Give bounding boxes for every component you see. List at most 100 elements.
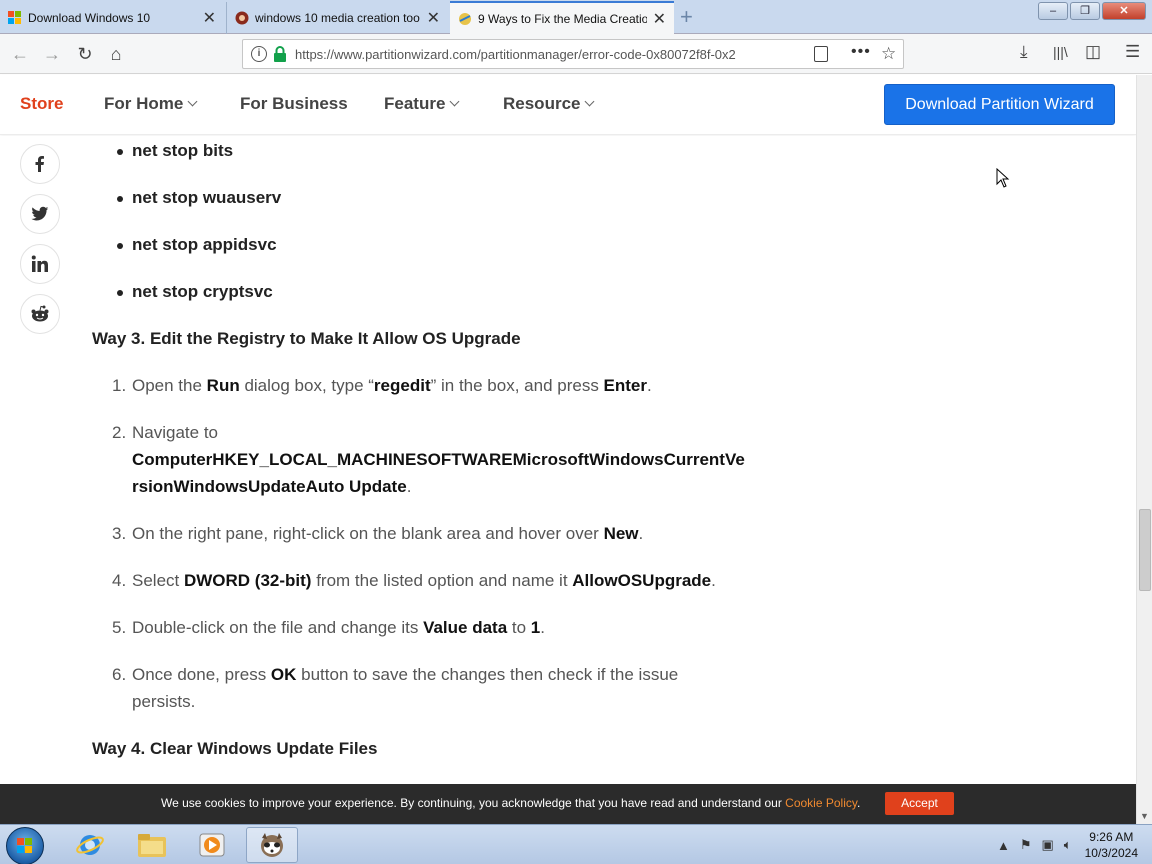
home-icon[interactable]: ⌂	[104, 42, 128, 66]
partition-wizard-taskbar-button[interactable]	[246, 827, 298, 863]
command-list-item: net stop cryptsvc	[117, 282, 273, 301]
clock[interactable]: 9:26 AM 10/3/2024	[1085, 829, 1138, 861]
close-tab-icon[interactable]: ✕	[427, 8, 440, 28]
step-text: .	[647, 376, 652, 395]
bookmark-star-icon[interactable]: ☆	[881, 44, 896, 64]
info-icon[interactable]: i	[251, 46, 267, 62]
media-player-taskbar-button[interactable]	[186, 827, 238, 863]
windows-flag-icon	[17, 838, 32, 853]
tab-download-windows[interactable]: Download Windows 10 ✕	[0, 2, 224, 34]
back-arrow-icon[interactable]: ←	[8, 42, 32, 66]
step-bold: New	[603, 524, 639, 543]
step-3: 3. On the right pane, right-click on the …	[112, 520, 742, 547]
system-tray: ▲ ⚑ ▣ 🔈︎ 9:26 AM 10/3/2024	[992, 825, 1152, 864]
step-4: 4. Select DWORD (32-bit) from the listed …	[112, 567, 742, 594]
volume-icon[interactable]: 🔈︎	[1064, 837, 1072, 853]
step-text: button to save the changes then check if…	[296, 665, 679, 684]
close-window-icon[interactable]: ✕	[1102, 2, 1146, 20]
step-text: .	[711, 571, 716, 590]
file-explorer-taskbar-button[interactable]	[126, 827, 178, 863]
nav-for-home[interactable]: For Home	[104, 94, 198, 114]
step-bold: regedit	[373, 376, 431, 395]
folder-icon	[138, 834, 166, 857]
start-button[interactable]	[6, 827, 44, 864]
step-number: 5.	[112, 618, 127, 637]
close-tab-icon[interactable]: ✕	[653, 9, 666, 29]
cookie-banner: We use cookies to improve your experienc…	[0, 784, 1136, 824]
step-text: Double-click on the file and change its	[132, 618, 424, 637]
close-tab-icon[interactable]: ✕	[203, 8, 216, 28]
minimize-icon[interactable]: –	[1038, 2, 1068, 20]
twitter-share-button[interactable]	[20, 194, 60, 234]
cookie-text: We use cookies to improve your experienc…	[161, 796, 786, 810]
downloads-icon[interactable]: ⤓	[1020, 42, 1028, 62]
step-1: 1. Open the Run dialog box, type “regedit…	[112, 372, 742, 399]
step-bold: 1	[530, 618, 541, 637]
scroll-down-arrow-icon[interactable]: ▼	[1140, 811, 1149, 821]
step-text: to	[507, 618, 531, 637]
step-text: Once done, press	[132, 665, 271, 684]
library-icon[interactable]: |||\	[1053, 44, 1068, 60]
page-actions-icon[interactable]: •••	[851, 43, 871, 61]
windows-logo-icon	[8, 11, 21, 24]
command-list-item: net stop wuauserv	[116, 188, 282, 207]
command-list-item: net stop bits	[116, 141, 234, 160]
new-tab-plus-icon[interactable]: +	[680, 4, 693, 30]
cookie-policy-link[interactable]: Cookie Policy	[785, 796, 857, 810]
step-2: 2. Navigate to ComputerHKEY_LOCAL_MACHINES…	[112, 419, 745, 500]
nav-for-business[interactable]: For Business	[240, 94, 348, 114]
sidebar-icon[interactable]: ◫	[1085, 42, 1101, 62]
hamburger-menu-icon[interactable]: ☰	[1125, 42, 1140, 62]
cookie-message: We use cookies to improve your experienc…	[161, 796, 860, 810]
window-controls: – ❐ ✕	[1038, 2, 1146, 20]
lock-icon	[274, 46, 286, 62]
forward-arrow-icon[interactable]: →	[40, 42, 64, 66]
nav-store[interactable]: Store	[20, 94, 63, 114]
restore-icon[interactable]: ❐	[1070, 2, 1100, 20]
tab-bar: Download Windows 10 ✕ windows 10 media c…	[0, 0, 1152, 34]
tab-title: windows 10 media creation too	[255, 11, 420, 25]
site-header: Store For Home For Business Feature Reso…	[0, 75, 1136, 135]
accept-cookies-button[interactable]: Accept	[885, 792, 954, 815]
facebook-icon	[35, 156, 44, 172]
clock-date: 10/3/2024	[1084, 846, 1138, 860]
page-scrollbar[interactable]: ▼	[1136, 75, 1152, 825]
registry-path: rsionWindowsUpdateAuto Update	[132, 477, 407, 496]
step-text: .	[406, 477, 412, 496]
reader-view-icon[interactable]	[814, 46, 828, 62]
tab-9-ways-active[interactable]: 9 Ways to Fix the Media Creatio ✕	[450, 1, 674, 34]
internet-explorer-taskbar-button[interactable]	[64, 827, 116, 863]
command-list-item: net stop appidsvc	[117, 235, 277, 254]
step-bold: Enter	[603, 376, 648, 395]
nav-resource[interactable]: Resource	[503, 94, 595, 114]
step-text: On the right pane, right-click on the bl…	[132, 524, 604, 543]
step-bold: AllowOSUpgrade	[572, 571, 712, 590]
download-partition-wizard-button[interactable]: Download Partition Wizard	[884, 84, 1115, 125]
reddit-share-button[interactable]	[20, 294, 60, 334]
action-center-flag-icon[interactable]: ⚑	[1020, 837, 1032, 853]
browser-window: Download Windows 10 ✕ windows 10 media c…	[0, 0, 1152, 864]
linkedin-share-button[interactable]	[20, 244, 60, 284]
step-bold: Value data	[423, 618, 508, 637]
step-number: 6.	[112, 665, 127, 684]
step-number: 1.	[112, 376, 127, 395]
step-number: 4.	[112, 571, 127, 590]
show-hidden-icons-icon[interactable]: ▲	[997, 838, 1010, 853]
linkedin-icon	[31, 255, 48, 272]
nav-feature[interactable]: Feature	[384, 94, 460, 114]
address-bar[interactable]: i https://www.partitionwizard.com/partit…	[242, 39, 904, 69]
reload-icon[interactable]: ↻	[73, 42, 97, 66]
facebook-share-button[interactable]	[20, 144, 60, 184]
nav-for-home-label: For Home	[104, 94, 184, 113]
scrollbar-thumb[interactable]	[1139, 509, 1151, 591]
navigation-toolbar: ← → ↻ ⌂ i https://www.partitionwizard.co…	[0, 34, 1152, 74]
network-icon[interactable]: ▣	[1042, 837, 1054, 853]
registry-path: ComputerHKEY_LOCAL_MACHINESOFTWAREMicros…	[132, 450, 745, 469]
tab-media-creation-search[interactable]: windows 10 media creation too ✕	[226, 2, 448, 34]
way3-heading: Way 3. Edit the Registry to Make It Allo…	[92, 329, 521, 348]
reddit-icon	[31, 305, 49, 322]
step-text: Open the	[132, 376, 207, 395]
tab-title: Download Windows 10	[28, 11, 151, 25]
step-number: 3.	[112, 524, 127, 543]
chevron-down-icon	[585, 96, 595, 107]
